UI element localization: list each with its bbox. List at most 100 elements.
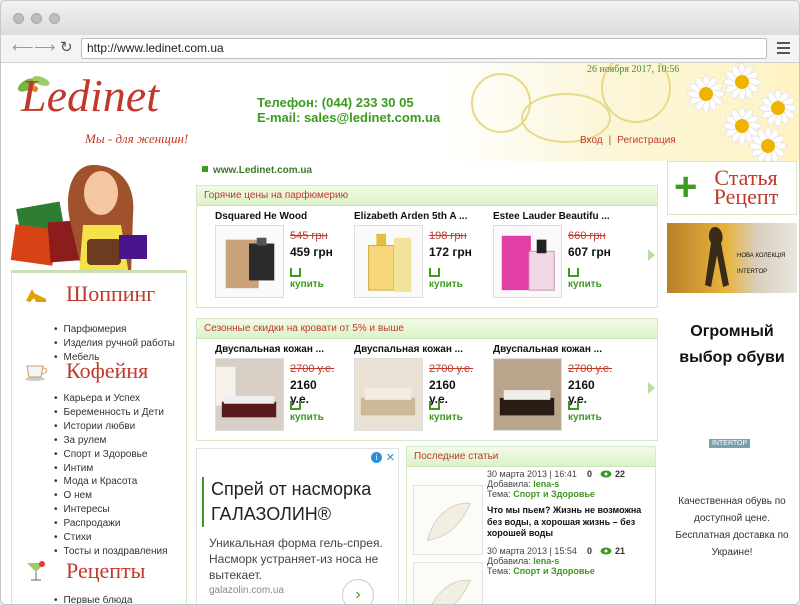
back-arrow-icon[interactable]: ⟵ — [12, 39, 34, 57]
sidebar-item[interactable]: Первые блюда — [54, 594, 133, 604]
product-card[interactable]: Estee Lauder Beautifu ... 660 грн 607 гр… — [480, 207, 615, 307]
product-name[interactable]: Estee Lauder Beautifu ... — [493, 211, 610, 222]
buy-button[interactable]: купить — [290, 401, 337, 423]
product-name[interactable]: Двуспальная кожан ... — [215, 344, 324, 355]
ad-headline[interactable]: Спрей от насморка ГАЛАЗОЛИН® — [202, 477, 397, 527]
article-date: 30 марта 2013 | 15:54 — [487, 546, 577, 556]
article-topic: Тема: Спорт и Здоровье — [487, 566, 595, 576]
old-price: 2700 у.е. — [429, 363, 474, 375]
comment-count: 0 — [587, 469, 593, 479]
cart-icon — [429, 401, 440, 410]
shoes-headline: Огромный выбор обуви — [679, 323, 785, 366]
product-card[interactable]: Двуспальная кожан ... 2700 у.е. 2160 у.е… — [480, 340, 615, 440]
product-card[interactable]: Двуспальная кожан ... 2700 у.е. 2160 у.е… — [341, 340, 476, 440]
product-name[interactable]: Elizabeth Arden 5th A ... — [354, 211, 467, 222]
sidebar-item[interactable]: Карьера и Успех — [54, 392, 168, 406]
site-logo[interactable]: Ledinet Мы - для женщин! — [15, 69, 200, 153]
close-window-button[interactable] — [13, 13, 24, 24]
cocktail-icon — [27, 561, 45, 581]
product-name[interactable]: Двуспальная кожан ... — [354, 344, 463, 355]
ad-close-icon[interactable]: ✕ — [386, 451, 395, 464]
perfume-image[interactable] — [215, 225, 284, 298]
sidebar-item[interactable]: О нем — [54, 489, 168, 503]
buy-button[interactable]: купить — [568, 401, 615, 423]
sidebar-item[interactable]: Беременность и Дети — [54, 406, 168, 420]
forward-arrow-icon[interactable]: ⟶ — [34, 39, 56, 57]
register-link[interactable]: Регистрация — [617, 135, 675, 146]
buy-label: купить — [568, 279, 602, 290]
sidebar-item[interactable]: Распродажи — [54, 517, 168, 531]
product-name[interactable]: Двуспальная кожан ... — [493, 344, 602, 355]
shoes-ad[interactable]: Огромный выбор обуви INTERTOP Качественн… — [667, 295, 797, 604]
intertop-button[interactable]: INTERTOP — [709, 439, 751, 448]
auth-separator: | — [608, 135, 612, 146]
daisy-flower-icon — [687, 75, 725, 113]
ad-description: Уникальная форма гель-спрея. Насморк уст… — [209, 536, 383, 582]
statja-label: Статья Рецепт — [706, 167, 786, 208]
article-author: Добавила: lena-s — [487, 556, 559, 566]
chevron-right-icon[interactable]: › — [342, 579, 374, 604]
buy-button[interactable]: купить — [429, 401, 476, 423]
browser-window: ⟵ ⟶ ↻ http://www.ledinet.com.ua Ledinet … — [0, 0, 800, 605]
block-title: Горячие цены на парфюмерию — [197, 186, 657, 206]
sidebar-item[interactable]: Интересы — [54, 503, 168, 517]
bed-sale-block: Сезонные скидки на кровати от 5% и выше … — [196, 318, 658, 441]
address-bar[interactable]: http://www.ledinet.com.ua — [81, 38, 767, 59]
next-arrow-icon[interactable] — [648, 382, 655, 394]
sidebar-item[interactable]: Тосты и поздравления — [54, 545, 168, 559]
product-card[interactable]: Elizabeth Arden 5th A ... 198 грн 172 гр… — [341, 207, 476, 307]
intertop-banner[interactable]: НОВА КОЛЕКЦІЯ INTERTOP — [667, 223, 797, 293]
coffee-cup-icon — [25, 365, 48, 381]
sidebar-item[interactable]: Мода и Красота — [54, 475, 168, 489]
product-card[interactable]: Dsquared He Wood 545 грн 459 грн купить — [202, 207, 337, 307]
author-name[interactable]: lena-s — [533, 556, 559, 566]
article-thumbnail[interactable] — [413, 485, 483, 555]
topic-name[interactable]: Спорт и Здоровье — [513, 489, 595, 499]
product-name[interactable]: Dsquared He Wood — [215, 211, 307, 222]
sidebar-item-perfume[interactable]: Парфюмерия — [54, 323, 175, 337]
author-name[interactable]: lena-s — [533, 479, 559, 489]
added-by-label: Добавила: — [487, 556, 531, 566]
web-page: Ledinet Мы - для женщин! Телефон: (044) … — [1, 63, 799, 605]
ad-banner[interactable]: i ✕ Спрей от насморка ГАЛАЗОЛИН® Уникаль… — [196, 448, 399, 604]
latest-articles-block: Последние статьи 30 марта 2013 | 16:41 0… — [406, 446, 656, 605]
reload-icon[interactable]: ↻ — [60, 39, 73, 57]
article-title[interactable]: Что мы пьем? Жизнь не возможна без воды,… — [487, 505, 652, 540]
menu-icon[interactable] — [777, 42, 790, 57]
maximize-window-button[interactable] — [49, 13, 60, 24]
minimize-window-button[interactable] — [31, 13, 42, 24]
buy-button[interactable]: купить — [290, 268, 337, 290]
article-recipe-button[interactable]: + Статья Рецепт — [667, 161, 797, 215]
sidebar-item[interactable]: Стихи — [54, 531, 168, 545]
ad-info-icon[interactable]: i — [371, 452, 382, 463]
buy-button[interactable]: купить — [429, 268, 476, 290]
perfume-image[interactable] — [354, 225, 423, 298]
ad-url[interactable]: galazolin.com.ua — [209, 585, 284, 596]
topic-name[interactable]: Спорт и Здоровье — [513, 566, 595, 576]
bed-image[interactable] — [354, 358, 423, 431]
breadcrumb[interactable]: www.Ledinet.com.ua — [202, 165, 312, 176]
bullet-icon — [202, 166, 208, 172]
buy-button[interactable]: купить — [568, 268, 615, 290]
sidebar-item[interactable]: Спорт и Здоровье — [54, 448, 168, 462]
article-thumbnail[interactable] — [413, 562, 483, 605]
bed-image[interactable] — [215, 358, 284, 431]
article-author: Добавила: lena-s — [487, 479, 559, 489]
bed-image[interactable] — [493, 358, 562, 431]
recipes-list: Первые блюда — [54, 594, 133, 604]
sidebar-item[interactable]: За рулем — [54, 434, 168, 448]
cart-icon — [429, 268, 440, 277]
sidebar-item-handmade[interactable]: Изделия ручной работы — [54, 337, 175, 351]
product-card[interactable]: Двуспальная кожан ... 2700 у.е. 2160 у.е… — [202, 340, 337, 440]
buy-label: купить — [429, 279, 463, 290]
daisy-flower-icon — [723, 63, 761, 101]
sidebar-item[interactable]: Истории любви — [54, 420, 168, 434]
next-arrow-icon[interactable] — [648, 249, 655, 261]
sidebar-item[interactable]: Интим — [54, 462, 168, 476]
login-link[interactable]: Вход — [580, 135, 603, 146]
perfume-image[interactable] — [493, 225, 562, 298]
cart-icon — [568, 401, 579, 410]
email-address[interactable]: E-mail: sales@ledinet.com.ua — [257, 110, 440, 125]
logo-tagline: Мы - для женщин! — [85, 131, 189, 146]
view-count: 21 — [615, 546, 626, 556]
